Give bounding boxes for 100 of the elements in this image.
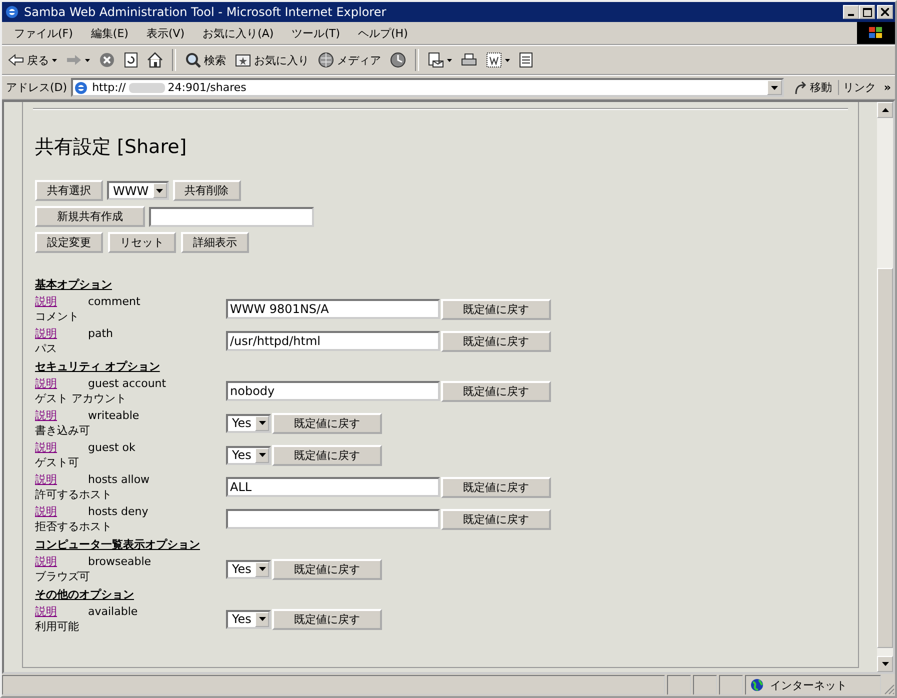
caret-icon (258, 567, 266, 571)
section-title: 基本オプション (35, 277, 113, 293)
vertical-scrollbar[interactable] (877, 102, 893, 672)
option-field[interactable]: /usr/httpd/html (226, 331, 440, 351)
home-icon (147, 52, 163, 68)
page-heading: 共有設定 [Share] (35, 135, 188, 160)
more-chevron[interactable]: » (880, 81, 895, 94)
reset-default-button[interactable]: 既定値に戻す (441, 508, 551, 530)
reset-default-button[interactable]: 既定値に戻す (272, 412, 382, 434)
reset-default-button[interactable]: 既定値に戻す (441, 476, 551, 498)
section-title: その他のオプション (35, 587, 135, 603)
help-link[interactable]: 説明 (35, 504, 88, 519)
toolbar-button[interactable]: メディア (318, 52, 381, 68)
share-select[interactable]: WWW (107, 181, 169, 200)
menu-item[interactable]: ツール(T) (286, 26, 346, 40)
option-name: hosts allow (88, 472, 150, 487)
help-link[interactable]: 説明 (35, 294, 88, 309)
action-button[interactable]: リセット (108, 232, 176, 253)
toolbar-button[interactable] (519, 52, 533, 68)
caret-icon (447, 58, 452, 62)
option-field[interactable] (226, 509, 440, 529)
new-share-field[interactable] (149, 206, 314, 226)
delete-share-button[interactable]: 共有削除 (172, 180, 241, 201)
browser-icon (4, 4, 20, 20)
option-select[interactable]: Yes (226, 446, 271, 464)
option-label: ゲスト アカウント (35, 391, 128, 406)
toolbar-button[interactable]: 検索 (185, 52, 226, 68)
minimize-button[interactable] (843, 5, 859, 19)
menu-item[interactable]: ヘルプ(H) (352, 26, 414, 40)
maximize-button[interactable] (859, 5, 875, 19)
option-name: guest account (88, 376, 166, 391)
toolbar-button[interactable] (428, 52, 452, 68)
caret-icon (258, 617, 266, 621)
up-arrow-icon (882, 108, 888, 112)
links-button[interactable]: リンク (842, 80, 876, 95)
option-label: 許可するホスト (35, 487, 113, 502)
option-select[interactable]: Yes (226, 560, 271, 578)
toolbar-button[interactable] (124, 52, 138, 68)
option-label: ブラウズ可 (35, 569, 91, 584)
caret-icon (85, 58, 90, 62)
create-share-button[interactable]: 新規共有作成 (35, 206, 145, 227)
reset-default-button[interactable]: 既定値に戻す (272, 558, 382, 580)
option-label: コメント (35, 309, 80, 324)
menu-item[interactable]: 編集(E) (84, 26, 134, 40)
reset-default-button[interactable]: 既定値に戻す (272, 444, 382, 466)
toolbar-button[interactable] (66, 54, 90, 66)
resize-grip-icon (883, 683, 895, 695)
page-icon (73, 80, 90, 96)
back-arrow-icon (8, 54, 24, 66)
help-link[interactable]: 説明 (35, 440, 88, 455)
caret-icon (258, 421, 266, 425)
toolbar-button[interactable]: 戻る (8, 52, 57, 68)
curved-arrow-icon (794, 80, 808, 94)
menu-item[interactable]: ファイル(F) (8, 26, 79, 40)
toolbar-button[interactable] (486, 52, 510, 68)
go-button[interactable]: 移動 (788, 80, 839, 95)
option-name: available (88, 604, 138, 619)
notepad-icon (519, 52, 533, 68)
scroll-thumb[interactable] (877, 268, 893, 648)
window-title: Samba Web Administration Tool - Microsoft Internet Explorer (24, 5, 388, 19)
clock-icon (390, 52, 406, 68)
reset-default-button[interactable]: 既定値に戻す (441, 298, 551, 320)
forward-arrow-icon (66, 54, 82, 66)
toolbar-button[interactable] (147, 52, 163, 68)
option-field[interactable]: nobody (226, 381, 440, 401)
address-field[interactable]: http:// 24:901/shares (71, 78, 784, 97)
help-link[interactable]: 説明 (35, 604, 88, 619)
select-share-button[interactable]: 共有選択 (35, 180, 103, 201)
option-name: hosts deny (88, 504, 148, 519)
document-icon (486, 52, 502, 68)
toolbar-button[interactable] (461, 53, 477, 67)
help-link[interactable]: 説明 (35, 554, 88, 569)
action-button[interactable]: 詳細表示 (181, 232, 249, 253)
toolbar-button[interactable]: お気に入り (235, 52, 309, 68)
windows-flag-icon (868, 26, 884, 40)
menu-item[interactable]: お気に入り(A) (196, 26, 280, 40)
menu-item[interactable]: 表示(V) (140, 26, 191, 40)
globe-icon (318, 52, 334, 68)
option-select[interactable]: Yes (226, 414, 271, 432)
option-label: パス (35, 341, 58, 356)
help-link[interactable]: 説明 (35, 376, 88, 391)
action-button[interactable]: 設定変更 (35, 232, 103, 253)
stop-icon (99, 52, 115, 68)
option-select[interactable]: Yes (226, 610, 271, 628)
option-field[interactable]: ALL (226, 477, 440, 497)
reset-default-button[interactable]: 既定値に戻す (272, 608, 382, 630)
reset-default-button[interactable]: 既定値に戻す (441, 330, 551, 352)
dropdown-button[interactable] (766, 80, 782, 95)
option-field[interactable]: WWW 9801NS/A (226, 299, 440, 319)
close-button[interactable] (877, 5, 893, 19)
option-label: 利用可能 (35, 619, 80, 634)
caret-icon (770, 86, 778, 90)
printer-icon (461, 53, 477, 67)
toolbar-button[interactable] (390, 52, 406, 68)
help-link[interactable]: 説明 (35, 408, 88, 423)
blurred-text (128, 82, 165, 92)
reset-default-button[interactable]: 既定値に戻す (441, 380, 551, 402)
down-arrow-icon (882, 662, 888, 666)
help-link[interactable]: 説明 (35, 472, 88, 487)
help-link[interactable]: 説明 (35, 326, 88, 341)
